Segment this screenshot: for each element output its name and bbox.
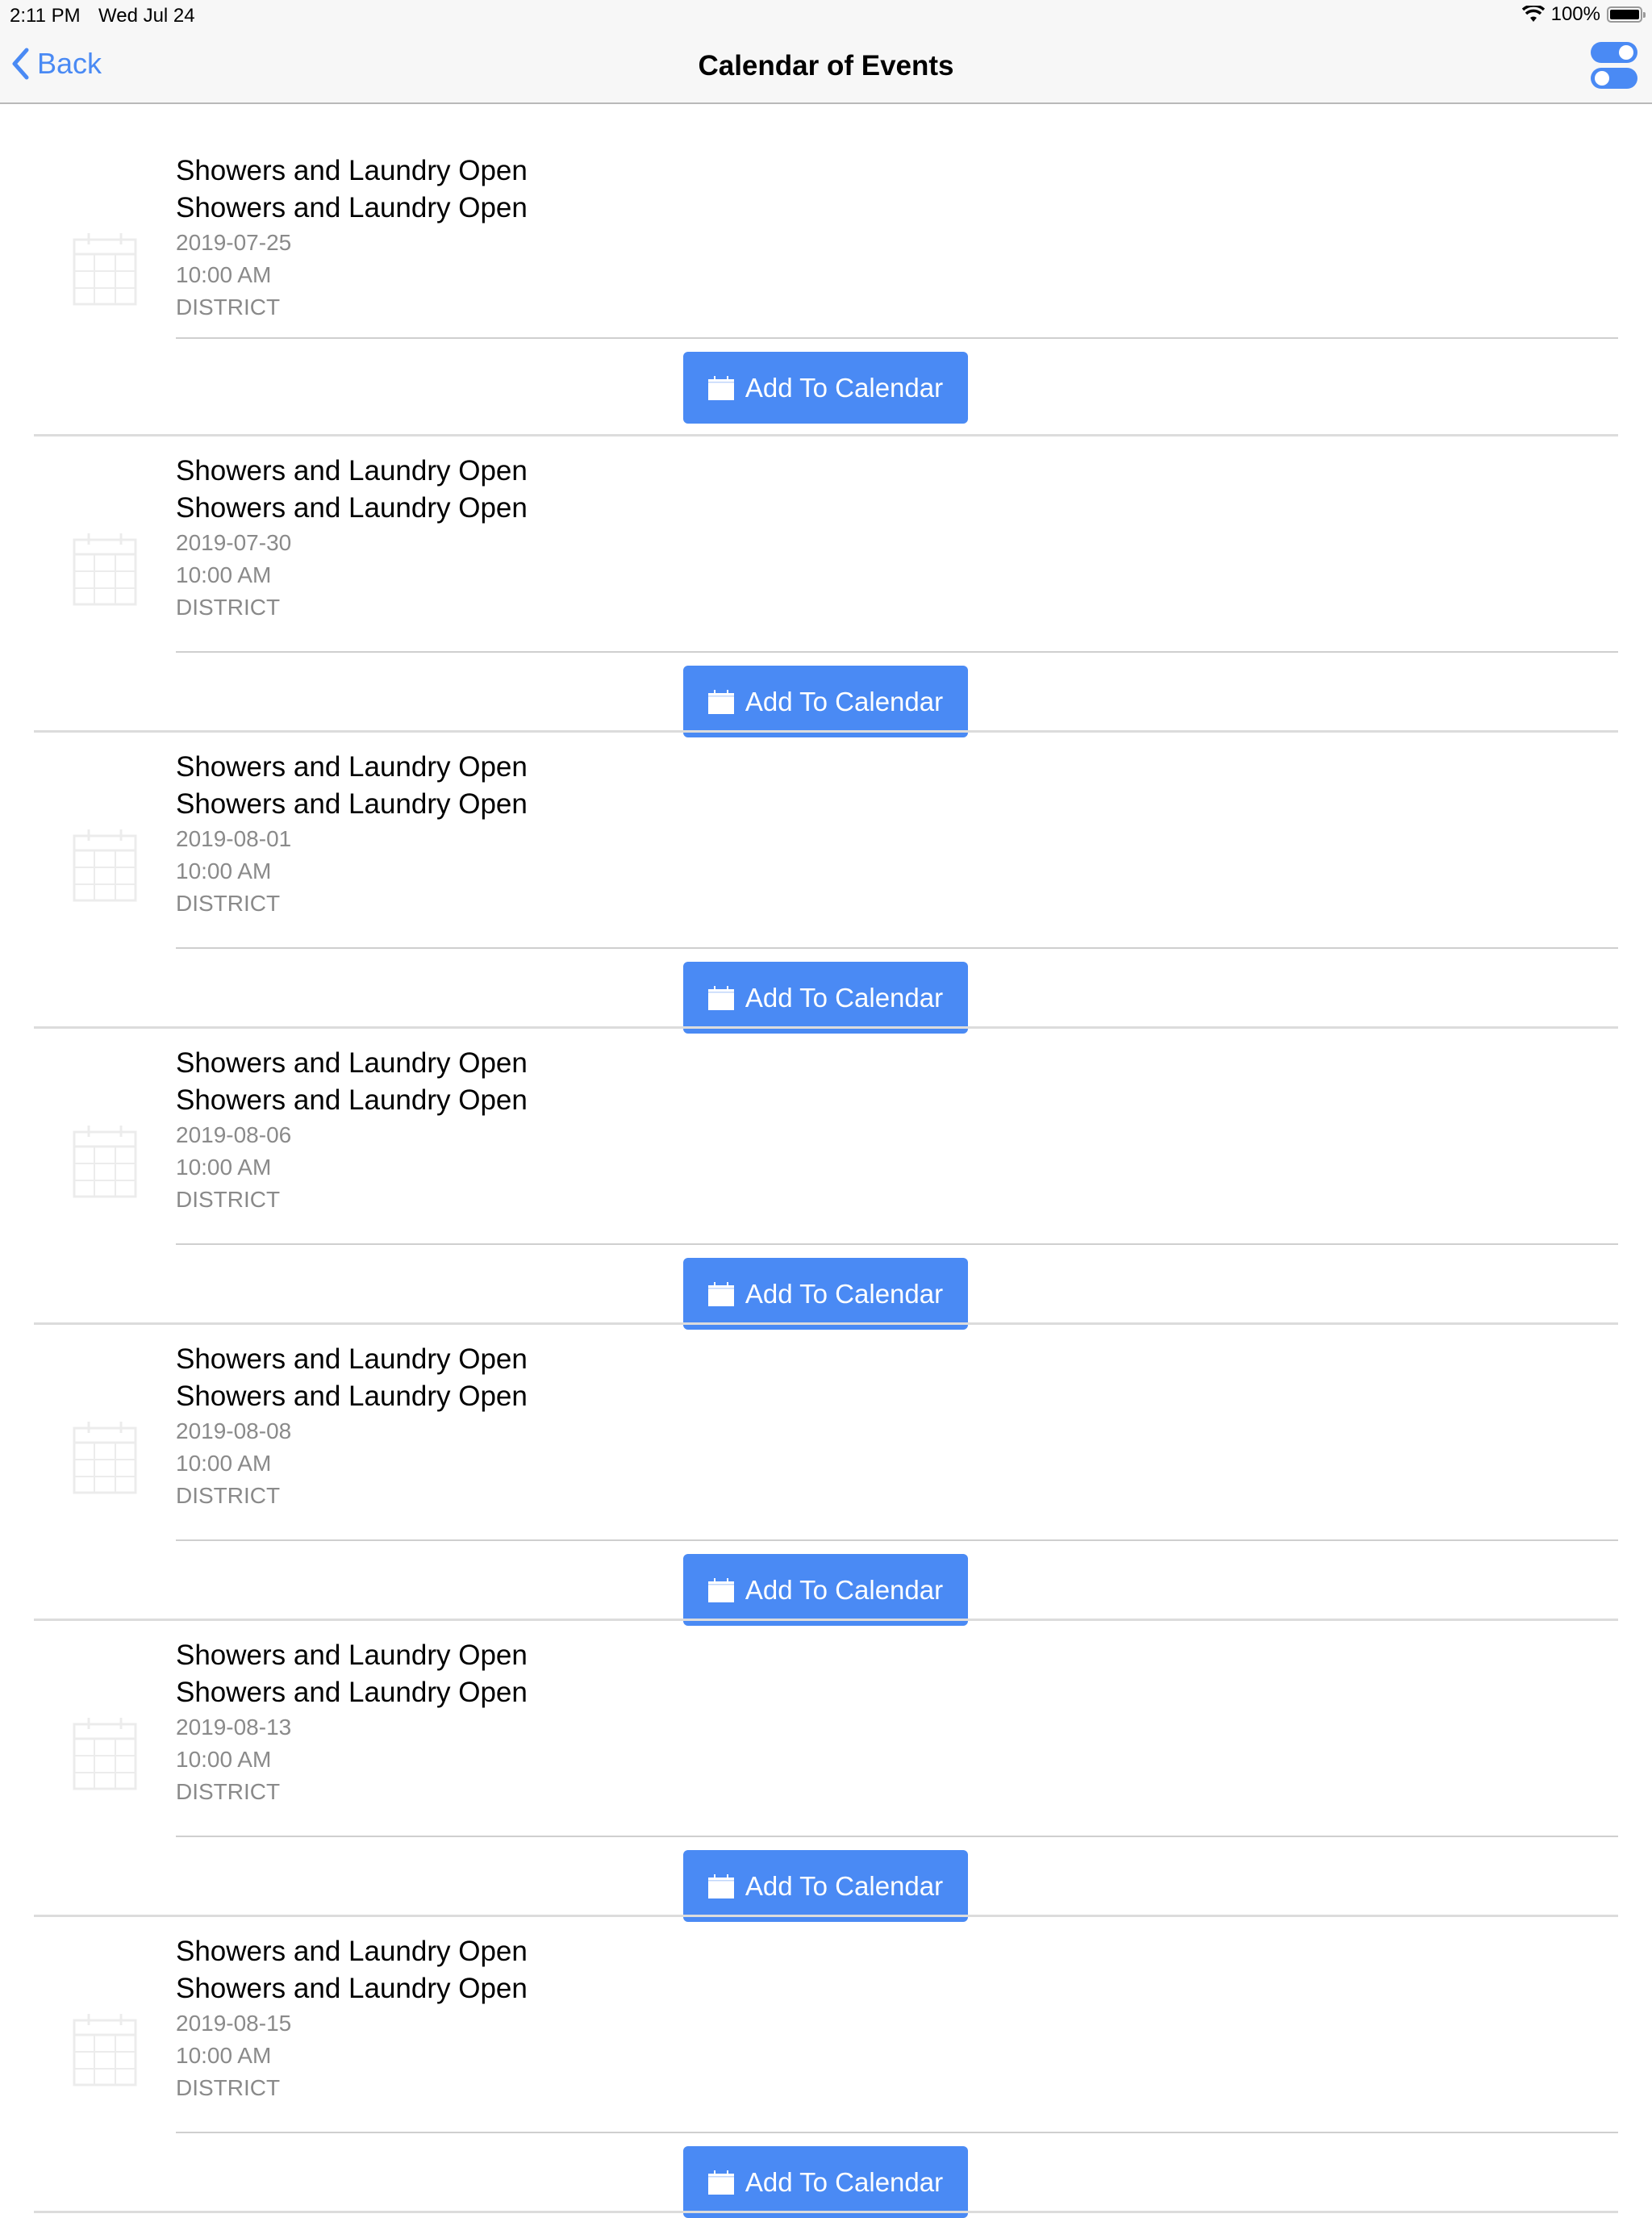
calendar-icon bbox=[707, 985, 734, 1010]
event-title: Showers and Laundry Open bbox=[176, 155, 528, 186]
event-date: 2019-07-25 bbox=[176, 230, 292, 255]
event-row: Showers and Laundry Open Showers and Lau… bbox=[0, 436, 1652, 737]
event-row: Showers and Laundry Open Showers and Lau… bbox=[0, 1029, 1652, 1330]
add-to-calendar-label: Add To Calendar bbox=[745, 1278, 944, 1309]
add-to-calendar-button[interactable]: Add To Calendar bbox=[683, 666, 968, 737]
status-time: 2:11 PM bbox=[10, 5, 81, 27]
events-list: Showers and Laundry Open Showers and Lau… bbox=[0, 104, 1652, 2218]
event-location: DISTRICT bbox=[176, 294, 281, 320]
event-location: DISTRICT bbox=[176, 891, 281, 916]
calendar-icon bbox=[73, 233, 137, 306]
divider bbox=[176, 1243, 1618, 1245]
add-to-calendar-label: Add To Calendar bbox=[745, 372, 944, 403]
event-date: 2019-07-30 bbox=[176, 530, 292, 555]
status-date: Wed Jul 24 bbox=[98, 5, 195, 27]
event-location: DISTRICT bbox=[176, 2075, 281, 2100]
calendar-icon bbox=[73, 1126, 137, 1198]
battery-icon bbox=[1607, 6, 1646, 23]
divider bbox=[176, 337, 1618, 339]
calendar-icon bbox=[73, 1422, 137, 1494]
calendar-icon bbox=[707, 1281, 734, 1306]
event-subtitle: Showers and Laundry Open bbox=[176, 1677, 528, 1708]
event-details: Showers and Laundry Open Showers and Lau… bbox=[176, 1933, 528, 2104]
add-to-calendar-label: Add To Calendar bbox=[745, 982, 944, 1013]
event-date: 2019-08-08 bbox=[176, 1418, 292, 1443]
event-row: Showers and Laundry Open Showers and Lau… bbox=[0, 1621, 1652, 1922]
event-details: Showers and Laundry Open Showers and Lau… bbox=[176, 749, 528, 920]
add-to-calendar-button[interactable]: Add To Calendar bbox=[683, 962, 968, 1034]
calendar-icon bbox=[73, 2014, 137, 2086]
event-title: Showers and Laundry Open bbox=[176, 455, 528, 487]
add-to-calendar-button[interactable]: Add To Calendar bbox=[683, 1850, 968, 1922]
navigation-bar: Back Calendar of Events bbox=[0, 32, 1652, 104]
battery-percent: 100% bbox=[1550, 3, 1600, 25]
status-bar: 2:11 PM Wed Jul 24 100% bbox=[0, 0, 1652, 32]
event-location: DISTRICT bbox=[176, 1483, 281, 1508]
event-date: 2019-08-01 bbox=[176, 826, 292, 851]
event-date: 2019-08-06 bbox=[176, 1122, 292, 1147]
calendar-icon bbox=[73, 829, 137, 902]
add-to-calendar-button[interactable]: Add To Calendar bbox=[683, 2146, 968, 2218]
add-to-calendar-label: Add To Calendar bbox=[745, 1574, 944, 1605]
add-to-calendar-label: Add To Calendar bbox=[745, 686, 944, 716]
event-subtitle: Showers and Laundry Open bbox=[176, 1084, 528, 1116]
status-right: 100% bbox=[1521, 3, 1646, 26]
row-separator bbox=[34, 2211, 1618, 2213]
event-details: Showers and Laundry Open Showers and Lau… bbox=[176, 1637, 528, 1808]
toggle-settings-icon bbox=[1591, 68, 1637, 89]
event-time: 10:00 AM bbox=[176, 2043, 272, 2068]
event-time: 10:00 AM bbox=[176, 562, 272, 587]
event-details: Showers and Laundry Open Showers and Lau… bbox=[176, 1341, 528, 1512]
page-title: Calendar of Events bbox=[698, 50, 954, 81]
event-date: 2019-08-15 bbox=[176, 2011, 292, 2036]
add-to-calendar-button[interactable]: Add To Calendar bbox=[683, 1258, 968, 1330]
event-location: DISTRICT bbox=[176, 1779, 281, 1804]
toggle-settings-icon bbox=[1591, 42, 1637, 63]
event-title: Showers and Laundry Open bbox=[176, 1343, 528, 1375]
event-title: Showers and Laundry Open bbox=[176, 1936, 528, 1967]
event-date: 2019-08-13 bbox=[176, 1715, 292, 1740]
divider bbox=[176, 947, 1618, 949]
event-row: Showers and Laundry Open Showers and Lau… bbox=[0, 1325, 1652, 1626]
event-subtitle: Showers and Laundry Open bbox=[176, 788, 528, 820]
event-time: 10:00 AM bbox=[176, 1747, 272, 1772]
event-subtitle: Showers and Laundry Open bbox=[176, 1381, 528, 1412]
calendar-icon bbox=[73, 533, 137, 606]
event-title: Showers and Laundry Open bbox=[176, 1047, 528, 1079]
event-time: 10:00 AM bbox=[176, 1155, 272, 1180]
calendar-icon bbox=[707, 1577, 734, 1602]
event-details: Showers and Laundry Open Showers and Lau… bbox=[176, 1045, 528, 1216]
event-location: DISTRICT bbox=[176, 595, 281, 620]
event-time: 10:00 AM bbox=[176, 1451, 272, 1476]
event-subtitle: Showers and Laundry Open bbox=[176, 1973, 528, 2004]
event-row: Showers and Laundry Open Showers and Lau… bbox=[0, 733, 1652, 1034]
event-row: Showers and Laundry Open Showers and Lau… bbox=[0, 104, 1652, 436]
event-title: Showers and Laundry Open bbox=[176, 751, 528, 783]
divider bbox=[176, 2132, 1618, 2133]
calendar-icon bbox=[707, 2170, 734, 2195]
event-location: DISTRICT bbox=[176, 1187, 281, 1212]
add-to-calendar-button[interactable]: Add To Calendar bbox=[683, 1554, 968, 1626]
add-to-calendar-button[interactable]: Add To Calendar bbox=[683, 352, 968, 424]
event-time: 10:00 AM bbox=[176, 858, 272, 883]
calendar-icon bbox=[707, 689, 734, 714]
wifi-icon bbox=[1521, 6, 1545, 22]
divider bbox=[176, 651, 1618, 653]
event-subtitle: Showers and Laundry Open bbox=[176, 492, 528, 524]
add-to-calendar-label: Add To Calendar bbox=[745, 1870, 944, 1901]
calendar-icon bbox=[707, 375, 734, 400]
event-time: 10:00 AM bbox=[176, 262, 272, 287]
event-row: Showers and Laundry Open Showers and Lau… bbox=[0, 1917, 1652, 2218]
event-subtitle: Showers and Laundry Open bbox=[176, 192, 528, 223]
event-details: Showers and Laundry Open Showers and Lau… bbox=[176, 453, 528, 624]
add-to-calendar-label: Add To Calendar bbox=[745, 2166, 944, 2197]
divider bbox=[176, 1539, 1618, 1541]
toggle-settings-button[interactable] bbox=[1591, 42, 1637, 92]
calendar-icon bbox=[73, 1718, 137, 1790]
calendar-icon bbox=[707, 1873, 734, 1898]
event-details: Showers and Laundry Open Showers and Lau… bbox=[176, 152, 528, 324]
event-title: Showers and Laundry Open bbox=[176, 1639, 528, 1671]
divider bbox=[176, 1836, 1618, 1837]
